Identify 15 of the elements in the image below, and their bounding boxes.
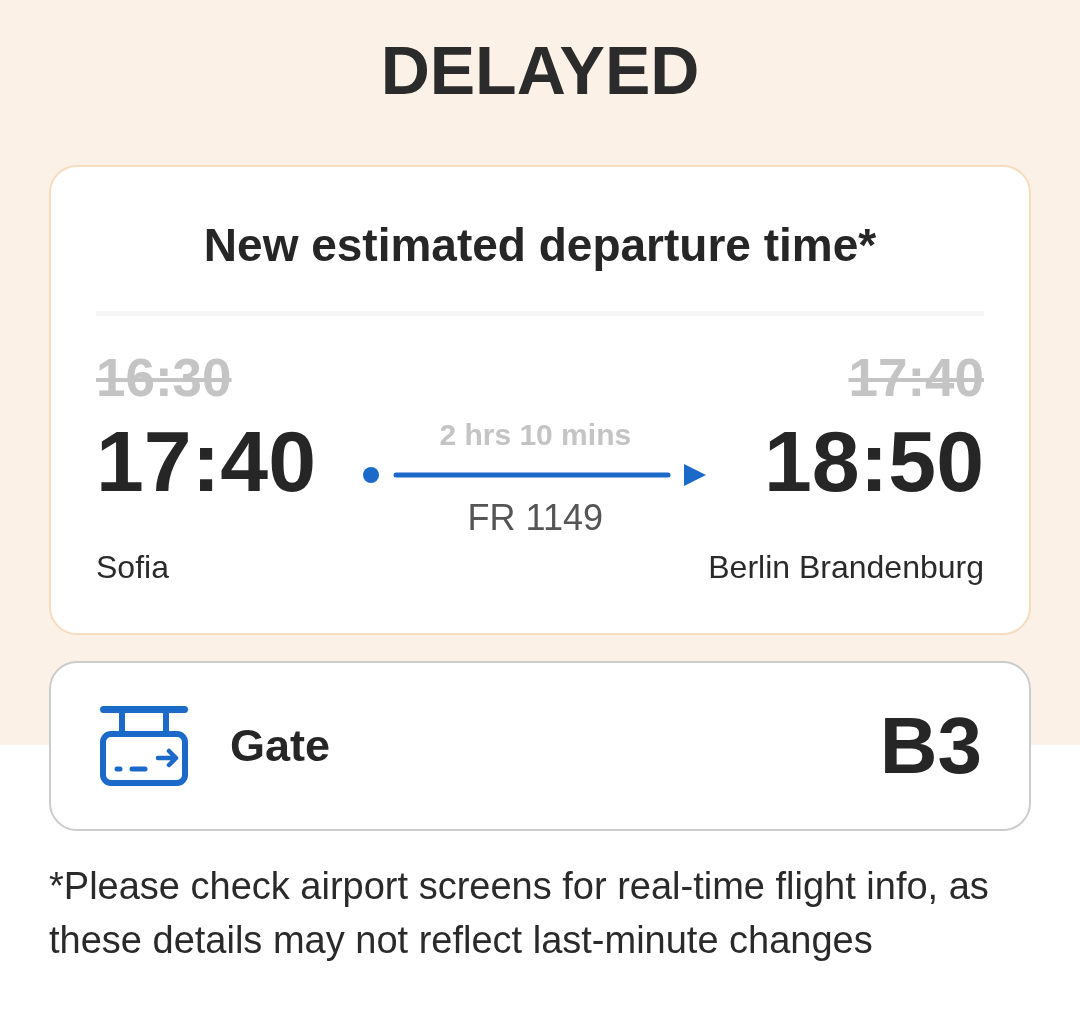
gate-number: B3 (879, 700, 982, 792)
gate-label: Gate (230, 720, 331, 772)
flight-duration: 2 hrs 10 mins (439, 418, 632, 452)
origin-dot-icon (363, 467, 380, 483)
city-name: Sofia (96, 548, 170, 586)
gate-sign-icon (100, 706, 188, 786)
flight-number: FR 1149 (467, 498, 603, 538)
card-heading: New estimated departure time* (202, 219, 878, 271)
scheduled-time: 17:40 (847, 350, 984, 406)
status-title: DELAYED (380, 31, 700, 110)
estimated-time: 17:40 (96, 413, 317, 509)
footnote-text: *Please check airport screens for real-time flight info, as these details may not reflect last-minute changes (49, 864, 990, 963)
scheduled-time: 16:30 (96, 350, 233, 406)
city-name: Berlin Brandenburg (708, 548, 984, 586)
estimated-time: 18:50 (763, 413, 984, 509)
